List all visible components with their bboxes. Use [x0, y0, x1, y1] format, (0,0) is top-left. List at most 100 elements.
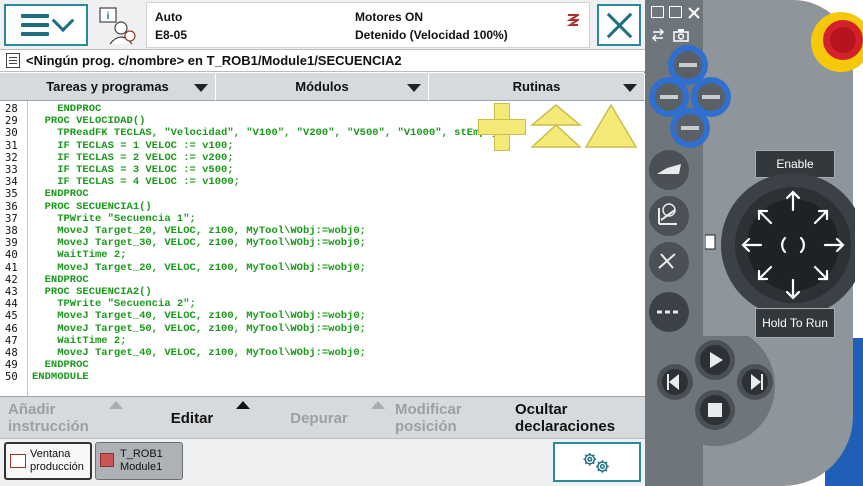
- scroll-page-up-icon[interactable]: [530, 103, 582, 149]
- line-number: 37: [5, 212, 18, 225]
- code-line[interactable]: WaitTime 2;: [32, 249, 126, 261]
- production-window-icon: [10, 454, 26, 468]
- status-bar[interactable]: Auto E8-05 Motores ON Detenido (Velocida…: [146, 2, 590, 48]
- minimize-icon[interactable]: [651, 6, 664, 18]
- menu-icon: [21, 14, 49, 36]
- line-number: 40: [5, 249, 18, 262]
- main-menu-button[interactable]: [4, 4, 88, 46]
- step-backward-button[interactable]: [657, 364, 693, 400]
- edit-button[interactable]: Editar: [133, 397, 251, 439]
- program-icon: [6, 53, 20, 68]
- quickset-gear-icon[interactable]: [553, 442, 641, 482]
- line-number: 29: [5, 115, 18, 128]
- code-line[interactable]: ENDPROC: [32, 188, 89, 200]
- program-state: Detenido (Velocidad 100%): [355, 28, 508, 42]
- button-label: Ocultar declaraciones: [515, 401, 616, 435]
- toggle-increment-button[interactable]: [649, 292, 689, 332]
- event-log-icon: [567, 14, 579, 26]
- debug-button[interactable]: Depurar: [251, 397, 387, 439]
- button-label: Modificar posición: [395, 401, 462, 435]
- line-number: 30: [5, 127, 18, 140]
- step-forward-button[interactable]: [737, 364, 773, 400]
- toggle-motion-mode-button[interactable]: [649, 196, 689, 236]
- svg-text:i: i: [107, 11, 110, 22]
- stop-button[interactable]: [695, 390, 735, 430]
- task-label: Ventana producción: [30, 448, 84, 473]
- system-name: E8-05: [155, 28, 188, 42]
- close-button[interactable]: [597, 4, 641, 46]
- add-instruction-button[interactable]: Añadir instrucción: [0, 397, 133, 439]
- code-line[interactable]: IF TECLAS = 3 VELOC := v500;: [32, 164, 233, 176]
- code-line[interactable]: WaitTime 2;: [32, 335, 126, 347]
- line-number: 42: [5, 273, 18, 286]
- line-number: 34: [5, 176, 18, 189]
- line-number: 47: [5, 334, 18, 347]
- line-number-gutter: 28 29 30 31 32 33 34 35 36 37 38 39 40 41 42 43 44 45 46 47…: [0, 101, 28, 396]
- code-line[interactable]: PROC SECUENCIA1(): [32, 201, 152, 213]
- line-number: 33: [5, 164, 18, 176]
- task-label: T_ROB1 Module1: [120, 448, 163, 473]
- operating-mode: Auto: [155, 10, 183, 24]
- code-line[interactable]: PROC VELOCIDAD(): [32, 115, 146, 127]
- production-window-task[interactable]: Ventana producción: [4, 442, 92, 480]
- mechanical-unit-keys: [649, 150, 689, 332]
- motors-state: Motores ON: [355, 10, 424, 24]
- line-number: 49: [5, 359, 18, 372]
- zoom-in-plus-icon[interactable]: [478, 103, 526, 151]
- line-number: 48: [5, 347, 18, 359]
- operator-info-icon[interactable]: i: [96, 6, 140, 46]
- code-line[interactable]: ENDPROC: [32, 359, 89, 371]
- tab-tasks-programs[interactable]: Tareas y programas: [0, 73, 216, 101]
- code-line[interactable]: MoveJ Target_30, VELOC, z100, MyTool\WOb…: [32, 237, 366, 249]
- program-editor-task[interactable]: T_ROB1 Module1: [95, 442, 183, 480]
- line-number: 41: [5, 261, 18, 274]
- hold-to-run-label: Hold To Run: [755, 308, 835, 338]
- code-line[interactable]: MoveJ Target_50, VELOC, z100, MyTool\WOb…: [32, 323, 366, 335]
- code-line[interactable]: IF TECLAS = 4 VELOC := v1000;: [32, 176, 240, 188]
- modify-position-button[interactable]: Modificar posición: [387, 397, 507, 439]
- line-number: 38: [5, 225, 18, 237]
- code-line[interactable]: ENDPROC: [32, 103, 101, 115]
- breadcrumb-text: <Ningún prog. c/nombre> en T_ROB1/Module…: [26, 53, 402, 68]
- code-line[interactable]: IF TECLAS = 1 VELOC := v100;: [32, 140, 233, 152]
- code-line[interactable]: TPWrite "Secuencia 1";: [32, 213, 196, 225]
- code-line[interactable]: MoveJ Target_40, VELOC, z100, MyTool\WOb…: [32, 310, 366, 322]
- line-number: 46: [5, 322, 18, 335]
- line-number: 32: [5, 151, 18, 164]
- chevron-down-icon: [51, 9, 75, 33]
- close-icon[interactable]: [687, 6, 701, 20]
- code-line[interactable]: PROC SECUENCIA2(): [32, 286, 152, 298]
- code-line[interactable]: TPReadFK TECLAS, "Velocidad", "V100", "V…: [32, 127, 504, 139]
- code-line[interactable]: IF TECLAS = 2 VELOC := v200;: [32, 152, 233, 164]
- code-line[interactable]: MoveJ Target_40, VELOC, z100, MyTool\WOb…: [32, 347, 366, 359]
- breadcrumb: <Ningún prog. c/nombre> en T_ROB1/Module…: [0, 50, 645, 72]
- dropdown-arrow-icon: [194, 84, 208, 92]
- maximize-icon[interactable]: [669, 6, 682, 18]
- toggle-reorient-button[interactable]: [649, 242, 689, 282]
- select-mechanical-unit-button[interactable]: [649, 150, 689, 190]
- dropdown-arrow-icon: [623, 84, 637, 92]
- tab-modules[interactable]: Módulos: [216, 73, 429, 101]
- emergency-stop-button[interactable]: [803, 10, 863, 76]
- code-line[interactable]: TPWrite "Secuencia 2";: [32, 298, 196, 310]
- code-line[interactable]: ENDPROC: [32, 274, 89, 286]
- hide-declarations-button[interactable]: Ocultar declaraciones: [507, 397, 645, 439]
- run-buttons: [655, 336, 775, 446]
- line-number: 45: [5, 310, 18, 323]
- code-line[interactable]: ENDMODULE: [32, 371, 89, 383]
- edit-tools: [478, 103, 638, 151]
- programmable-keys: [649, 45, 731, 148]
- dropdown-arrow-icon: [407, 84, 421, 92]
- start-button[interactable]: [695, 340, 735, 380]
- line-number: 36: [5, 200, 18, 213]
- top-bar: i Auto E8-05 Motores ON Detenido (Veloci…: [0, 0, 645, 50]
- command-bar: Añadir instrucción Editar Depurar Modific…: [0, 396, 645, 438]
- programmable-key-4[interactable]: [670, 108, 710, 148]
- tab-routines[interactable]: Rutinas: [429, 73, 645, 101]
- button-label: Depurar: [290, 409, 348, 427]
- scroll-up-icon[interactable]: [584, 103, 638, 149]
- tab-label: Módulos: [295, 79, 349, 94]
- code-line[interactable]: MoveJ Target_20, VELOC, z100, MyTool\WOb…: [32, 225, 366, 237]
- code-line[interactable]: MoveJ Target_20, VELOC, z100, MyTool\WOb…: [32, 262, 366, 274]
- program-editor-icon: [100, 453, 114, 467]
